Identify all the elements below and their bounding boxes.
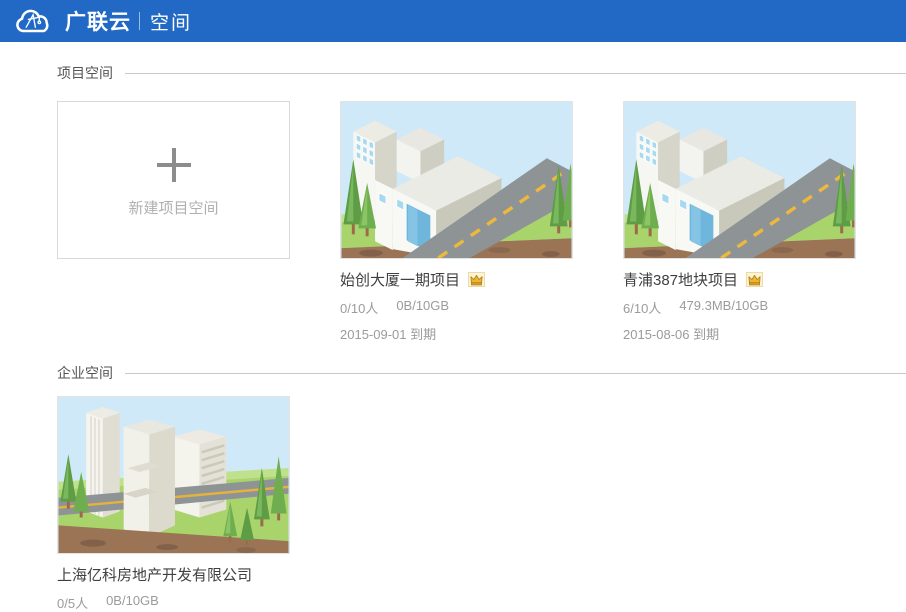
crown-icon xyxy=(468,272,485,287)
cloud-crane-logo-icon xyxy=(13,6,57,36)
enterprise-cards-row: 上海亿科房地产开发有限公司 0/5人 0B/10GB xyxy=(57,396,906,612)
project-space-card[interactable]: 始创大厦一期项目 0/10人 0B/10GB 2015-09-01 到期 xyxy=(340,101,573,343)
app-logo[interactable]: 广联云 空间 xyxy=(13,6,192,36)
section-divider-line xyxy=(125,373,906,374)
project-expiry: 2015-08-06 到期 xyxy=(623,324,856,343)
project-space-card[interactable]: 青浦387地块项目 6/10人 479.3MB/10GB 2015-08-06 … xyxy=(623,101,856,343)
new-project-space-card[interactable]: 新建项目空间 xyxy=(57,101,290,259)
project-building-image xyxy=(623,101,856,259)
project-members: 6/10人 xyxy=(623,298,661,317)
project-section-title: 项目空间 xyxy=(57,63,113,83)
project-storage: 479.3MB/10GB xyxy=(679,298,768,317)
project-expiry: 2015-09-01 到期 xyxy=(340,324,573,343)
enterprise-storage: 0B/10GB xyxy=(106,593,159,612)
project-storage: 0B/10GB xyxy=(396,298,449,317)
new-project-space-label: 新建项目空间 xyxy=(128,197,218,218)
plus-icon xyxy=(157,148,191,182)
section-divider-line xyxy=(125,73,906,74)
project-members: 0/10人 xyxy=(340,298,378,317)
app-name: 空间 xyxy=(150,8,192,35)
crown-icon xyxy=(746,272,763,287)
brand-name: 广联云 xyxy=(65,6,131,36)
enterprise-building-image xyxy=(57,396,290,554)
project-name: 青浦387地块项目 xyxy=(623,269,738,290)
project-building-image xyxy=(340,101,573,259)
enterprise-name: 上海亿科房地产开发有限公司 xyxy=(57,564,252,585)
section-enterprise-spaces: 企业空间 xyxy=(57,363,906,383)
main-content: 项目空间 新建项目空间 始创大厦一期项目 0/10人 0B/10GB 2015-… xyxy=(0,63,906,612)
enterprise-space-card[interactable]: 上海亿科房地产开发有限公司 0/5人 0B/10GB xyxy=(57,396,290,612)
section-project-spaces: 项目空间 xyxy=(57,63,906,83)
project-cards-row: 新建项目空间 始创大厦一期项目 0/10人 0B/10GB 2015-09-01… xyxy=(57,101,906,343)
project-name: 始创大厦一期项目 xyxy=(340,269,460,290)
header-divider xyxy=(139,12,140,30)
app-header: 广联云 空间 xyxy=(0,0,906,42)
enterprise-section-title: 企业空间 xyxy=(57,363,113,383)
enterprise-members: 0/5人 xyxy=(57,593,88,612)
